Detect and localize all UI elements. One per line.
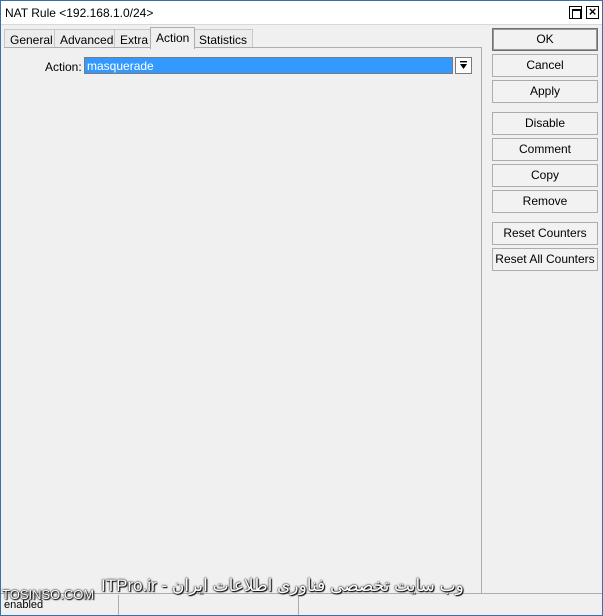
tab-action[interactable]: Action — [150, 27, 196, 49]
comment-button[interactable]: Comment — [492, 138, 598, 161]
copy-button[interactable]: Copy — [492, 164, 598, 187]
action-value: masquerade — [87, 59, 154, 73]
status-cell-2 — [119, 595, 299, 615]
watermark-site: TOSINSO.COM — [2, 587, 95, 602]
tab-content-panel — [4, 47, 482, 593]
close-icon[interactable]: × — [586, 4, 599, 19]
title-bar[interactable]: NAT Rule <192.168.1.0/24> × — [1, 1, 602, 25]
disable-button[interactable]: Disable — [492, 112, 598, 135]
tab-advanced[interactable]: Advanced — [54, 29, 120, 48]
window-title: NAT Rule <192.168.1.0/24> — [5, 6, 154, 20]
remove-button[interactable]: Remove — [492, 190, 598, 213]
watermark-tagline: ITPro.ir - وب سایت تخصصی فناوری اطلاعات … — [101, 576, 464, 595]
nat-rule-window: NAT Rule <192.168.1.0/24> × General Adva… — [0, 0, 603, 616]
reset-all-counters-button[interactable]: Reset All Counters — [492, 248, 598, 271]
tab-statistics[interactable]: Statistics — [193, 29, 254, 48]
tab-extra[interactable]: Extra — [114, 29, 155, 48]
tab-general[interactable]: General — [4, 29, 59, 48]
cancel-button[interactable]: Cancel — [492, 54, 598, 77]
ok-button[interactable]: OK — [492, 28, 598, 51]
dropdown-arrow-icon[interactable] — [455, 57, 472, 74]
action-label: Action: — [45, 60, 82, 74]
reset-counters-button[interactable]: Reset Counters — [492, 222, 598, 245]
action-select[interactable]: masquerade — [84, 57, 453, 74]
maximize-icon[interactable] — [569, 6, 582, 19]
apply-button[interactable]: Apply — [492, 80, 598, 103]
